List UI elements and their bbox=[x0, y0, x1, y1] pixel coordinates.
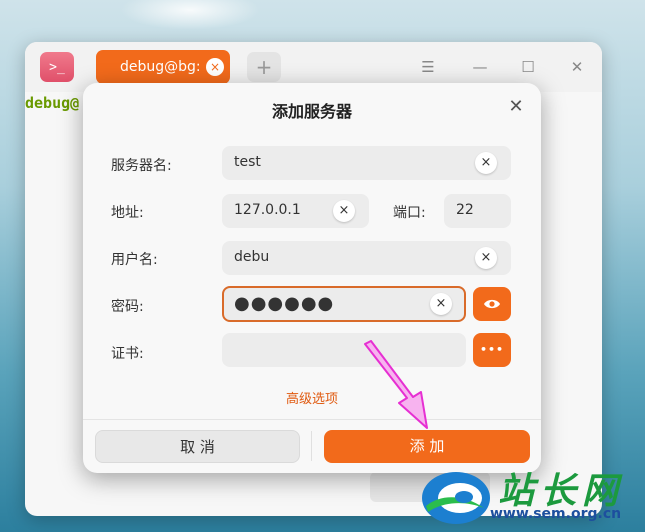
browse-certificate-button[interactable]: ••• bbox=[473, 333, 511, 367]
minimize-icon[interactable]: — bbox=[469, 56, 491, 78]
watermark-logo-icon bbox=[422, 472, 490, 524]
username-label: 用户名: bbox=[111, 252, 158, 268]
address-value: 127.0.0.1 bbox=[234, 202, 301, 218]
clear-icon[interactable]: × bbox=[333, 200, 355, 222]
dialog-close-icon[interactable]: ✕ bbox=[506, 97, 526, 117]
watermark: 站长网 www.sem.org.cn bbox=[420, 460, 645, 532]
server-name-value: test bbox=[234, 154, 261, 170]
password-label: 密码: bbox=[111, 299, 144, 315]
maximize-icon[interactable]: ☐ bbox=[517, 56, 539, 78]
clear-icon[interactable]: × bbox=[475, 247, 497, 269]
menu-icon[interactable]: ☰ bbox=[417, 56, 439, 78]
terminal-app-icon[interactable]: >_ bbox=[40, 52, 74, 82]
new-tab-button[interactable]: + bbox=[247, 52, 281, 82]
server-name-input[interactable]: test × bbox=[222, 146, 511, 180]
address-label: 地址: bbox=[111, 205, 144, 221]
address-input[interactable]: 127.0.0.1 × bbox=[222, 194, 369, 228]
add-server-dialog: 添加服务器 ✕ 服务器名: test × 地址: 127.0.0.1 × 端口:… bbox=[83, 83, 541, 473]
annotation-arrow-icon bbox=[364, 340, 428, 429]
server-name-label: 服务器名: bbox=[111, 158, 172, 174]
username-input[interactable]: debu × bbox=[222, 241, 511, 275]
terminal-tab-label: debug@bg: ~ bbox=[120, 59, 217, 75]
watermark-url: www.sem.org.cn bbox=[490, 506, 622, 522]
port-label: 端口: bbox=[393, 205, 426, 221]
advanced-options-link[interactable]: 高级选项 bbox=[83, 388, 541, 407]
password-input[interactable]: ●●●●●● × bbox=[222, 286, 466, 322]
password-mask: ●●●●●● bbox=[234, 293, 335, 314]
window-close-icon[interactable]: ✕ bbox=[566, 56, 588, 78]
tab-close-icon[interactable]: × bbox=[206, 58, 224, 76]
port-value: 22 bbox=[456, 202, 474, 218]
clear-icon[interactable]: × bbox=[430, 293, 452, 315]
desktop-wallpaper-splash bbox=[120, 0, 260, 30]
terminal-tab[interactable]: debug@bg: ~ × bbox=[96, 50, 230, 84]
certificate-label: 证书: bbox=[111, 346, 144, 362]
dialog-divider bbox=[83, 419, 541, 420]
port-input[interactable]: 22 bbox=[444, 194, 511, 228]
username-value: debu bbox=[234, 249, 270, 265]
show-password-button[interactable] bbox=[473, 287, 511, 321]
button-divider bbox=[311, 431, 312, 461]
terminal-prompt: debug@ bbox=[25, 94, 80, 112]
cancel-button[interactable]: 取 消 bbox=[95, 430, 300, 463]
clear-icon[interactable]: × bbox=[475, 152, 497, 174]
eye-icon bbox=[484, 299, 500, 309]
dialog-title: 添加服务器 bbox=[271, 102, 352, 121]
